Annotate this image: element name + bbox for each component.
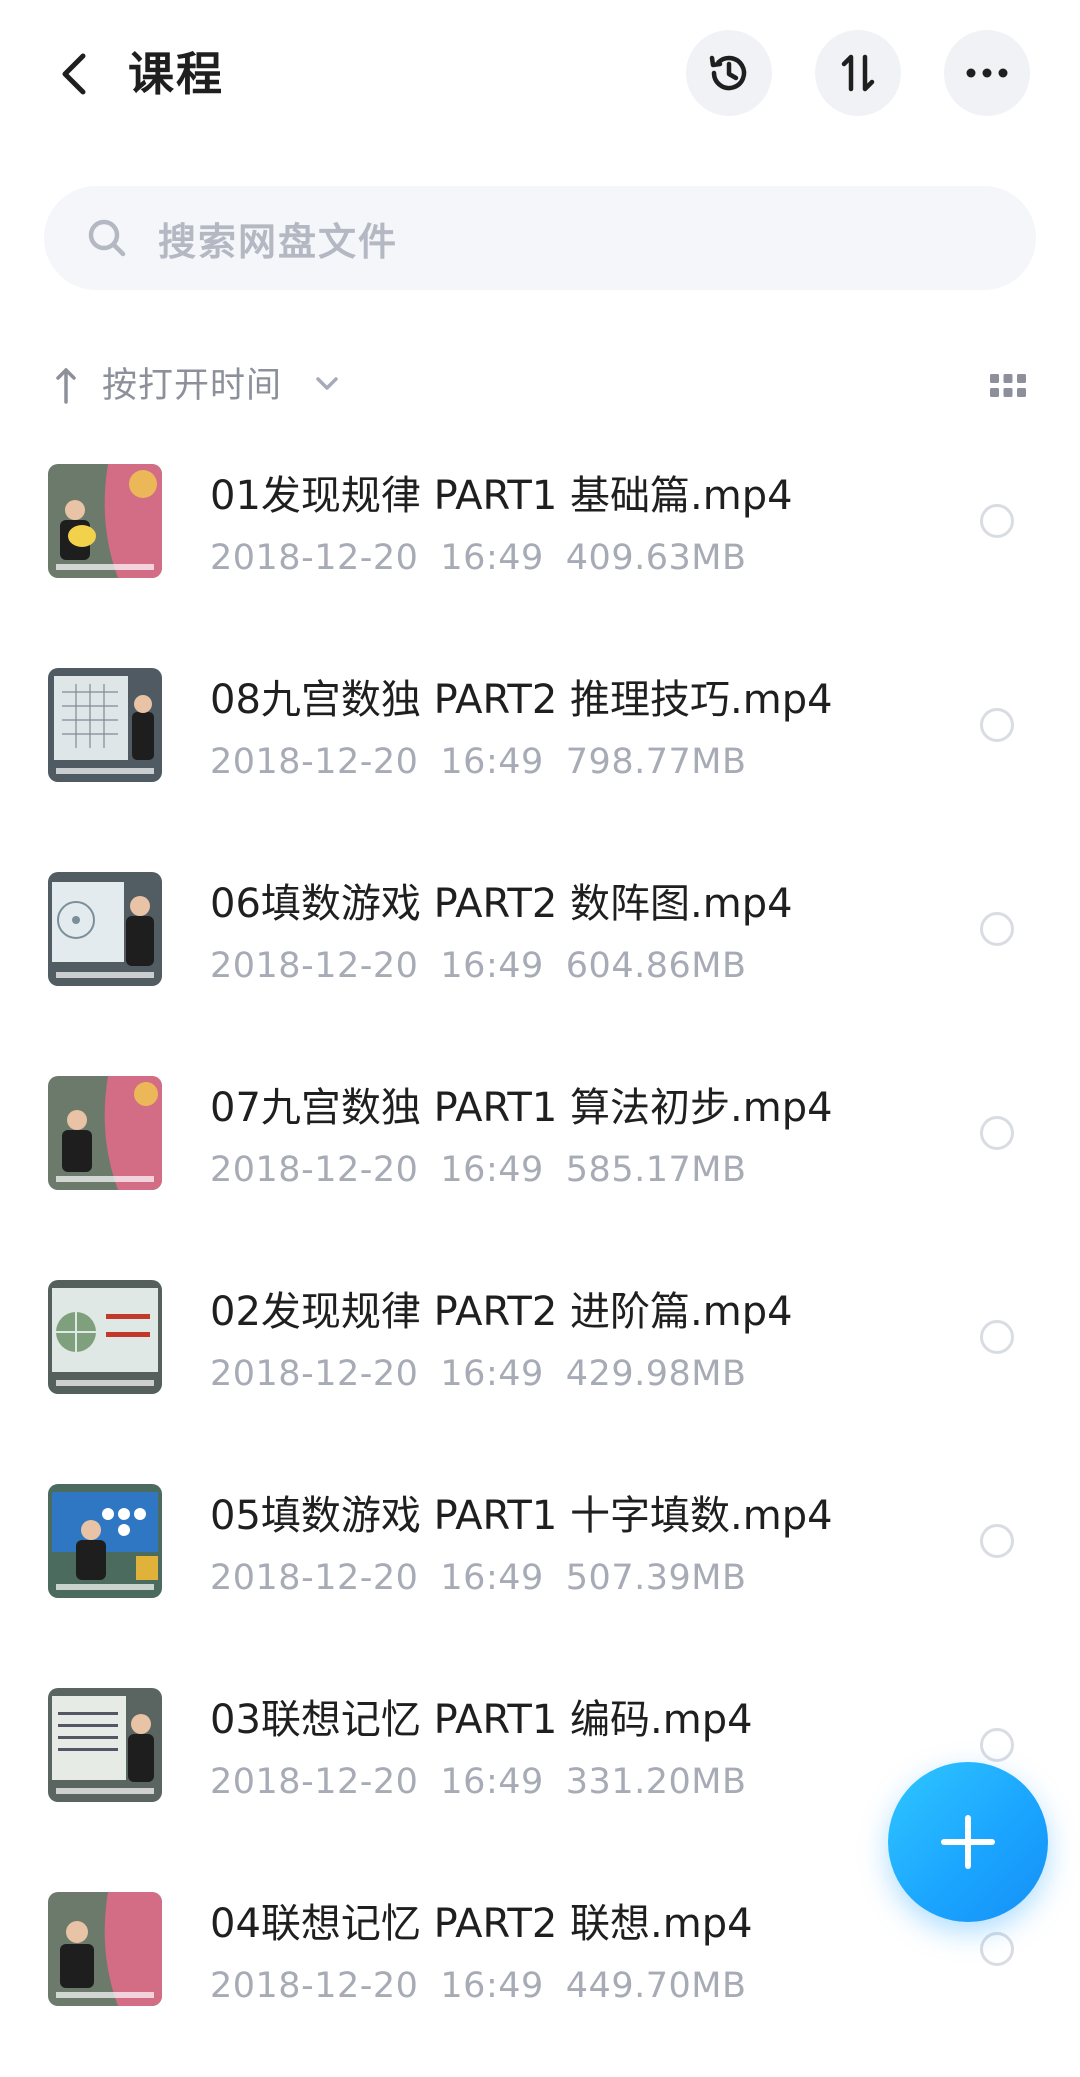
top-bar: 课程: [0, 0, 1080, 150]
file-size: 604.86MB: [565, 946, 747, 986]
sort-icon: [841, 54, 875, 92]
more-icon: [966, 68, 1008, 78]
video-thumbnail: [48, 1076, 162, 1190]
video-thumbnail: [48, 1280, 162, 1394]
file-browser-screen: 课程 搜索网盘文件 按打开时间 01发现规律 PART1 基础篇.mp4 201…: [0, 0, 1080, 2077]
page-title: 课程: [128, 47, 224, 101]
file-meta: 2018-12-20 16:49 429.98MB: [210, 1350, 768, 1398]
select-checkbox[interactable]: [980, 708, 1014, 742]
file-name: 03联想记忆 PART1 编码.mp4: [210, 1697, 753, 1743]
back-button[interactable]: [44, 44, 104, 104]
select-checkbox[interactable]: [980, 1116, 1014, 1150]
file-size: 798.77MB: [565, 742, 747, 782]
file-size: 585.17MB: [565, 1150, 747, 1190]
list-item[interactable]: 05填数游戏 PART1 十字填数.mp4 2018-12-20 16:49 507…: [0, 1450, 1080, 1654]
file-date: 2018-12-20: [210, 1150, 419, 1190]
file-name: 02发现规律 PART2 进阶篇.mp4: [210, 1289, 793, 1335]
file-date: 2018-12-20: [210, 946, 419, 986]
select-checkbox[interactable]: [980, 1728, 1014, 1762]
video-thumbnail: [48, 1688, 162, 1802]
more-button[interactable]: [944, 30, 1030, 116]
list-item[interactable]: 06填数游戏 PART2 数阵图.mp4 2018-12-20 16:49 604.…: [0, 838, 1080, 1042]
search-placeholder: 搜索网盘文件: [158, 219, 399, 264]
file-date: 2018-12-20: [210, 742, 419, 782]
video-thumbnail: [48, 1484, 162, 1598]
video-thumbnail: [48, 464, 162, 578]
file-time: 16:49: [440, 742, 544, 782]
file-meta: 2018-12-20 16:49 585.17MB: [210, 1146, 768, 1194]
file-time: 16:49: [440, 538, 544, 578]
search-icon: [84, 215, 130, 261]
history-button[interactable]: [686, 30, 772, 116]
file-meta: 2018-12-20 16:49 409.63MB: [210, 534, 768, 582]
sort-button[interactable]: [815, 30, 901, 116]
list-item[interactable]: 01发现规律 PART1 基础篇.mp4 2018-12-20 16:49 409.…: [0, 430, 1080, 634]
file-name: 08九宫数独 PART2 推理技巧.mp4: [210, 677, 833, 723]
video-thumbnail: [48, 1892, 162, 2006]
video-thumbnail: [48, 872, 162, 986]
file-time: 16:49: [440, 1150, 544, 1190]
grid-view-icon[interactable]: [988, 368, 1028, 404]
file-name: 01发现规律 PART1 基础篇.mp4: [210, 473, 793, 519]
file-date: 2018-12-20: [210, 538, 419, 578]
file-time: 16:49: [440, 1354, 544, 1394]
chevron-down-icon[interactable]: [314, 374, 340, 394]
file-name: 04联想记忆 PART2 联想.mp4: [210, 1901, 753, 1947]
list-item[interactable]: 08九宫数独 PART2 推理技巧.mp4 2018-12-20 16:49 798…: [0, 634, 1080, 838]
file-meta: 2018-12-20 16:49 604.86MB: [210, 942, 768, 990]
file-time: 16:49: [440, 946, 544, 986]
file-size: 429.98MB: [565, 1354, 747, 1394]
plus-icon: [941, 1815, 995, 1869]
select-checkbox[interactable]: [980, 1320, 1014, 1354]
chevron-left-icon: [62, 53, 86, 95]
file-size: 409.63MB: [565, 538, 747, 578]
file-date: 2018-12-20: [210, 1354, 419, 1394]
select-checkbox[interactable]: [980, 504, 1014, 538]
select-checkbox[interactable]: [980, 912, 1014, 946]
file-size: 507.39MB: [565, 1558, 747, 1598]
select-checkbox[interactable]: [980, 1932, 1014, 1966]
file-meta: 2018-12-20 16:49 507.39MB: [210, 1554, 768, 1602]
file-meta: 2018-12-20 16:49 798.77MB: [210, 738, 768, 786]
file-date: 2018-12-20: [210, 1966, 419, 2006]
file-time: 16:49: [440, 1762, 544, 1802]
sort-bar: 按打开时间: [44, 356, 1036, 416]
file-name: 07九宫数独 PART1 算法初步.mp4: [210, 1085, 833, 1131]
file-time: 16:49: [440, 1966, 544, 2006]
file-meta: 2018-12-20 16:49 331.20MB: [210, 1758, 768, 1806]
list-item[interactable]: 07九宫数独 PART1 算法初步.mp4 2018-12-20 16:49 585…: [0, 1042, 1080, 1246]
file-meta: 2018-12-20 16:49 449.70MB: [210, 1962, 768, 2010]
search-bar[interactable]: 搜索网盘文件: [44, 186, 1036, 290]
history-icon: [709, 55, 747, 91]
file-size: 331.20MB: [565, 1762, 747, 1802]
file-time: 16:49: [440, 1558, 544, 1598]
select-checkbox[interactable]: [980, 1524, 1014, 1558]
arrow-up-icon: [56, 368, 76, 404]
file-size: 449.70MB: [565, 1966, 747, 2006]
video-thumbnail: [48, 668, 162, 782]
sort-option-label[interactable]: 按打开时间: [102, 360, 282, 412]
file-name: 06填数游戏 PART2 数阵图.mp4: [210, 881, 793, 927]
list-item[interactable]: 02发现规律 PART2 进阶篇.mp4 2018-12-20 16:49 429.…: [0, 1246, 1080, 1450]
file-date: 2018-12-20: [210, 1558, 419, 1598]
file-date: 2018-12-20: [210, 1762, 419, 1802]
file-name: 05填数游戏 PART1 十字填数.mp4: [210, 1493, 833, 1539]
add-button[interactable]: [888, 1762, 1048, 1922]
